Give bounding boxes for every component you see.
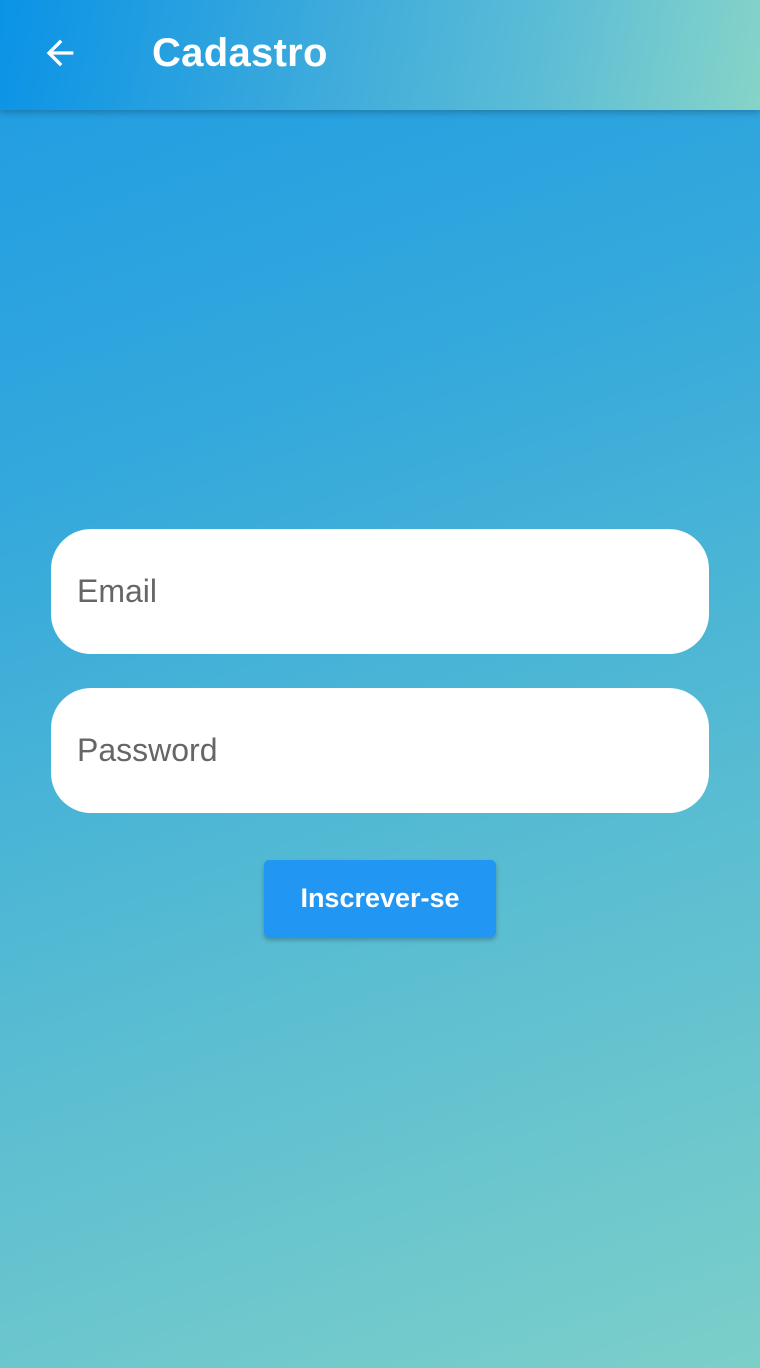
signup-button[interactable]: Inscrever-se [264, 860, 496, 937]
password-field[interactable] [77, 732, 709, 769]
email-field-container [51, 529, 709, 654]
app-bar: Cadastro [0, 0, 760, 110]
arrow-left-icon [46, 39, 74, 67]
email-field[interactable] [77, 573, 709, 610]
password-field-container [51, 688, 709, 813]
back-button[interactable] [34, 27, 86, 79]
page-title: Cadastro [152, 31, 328, 75]
